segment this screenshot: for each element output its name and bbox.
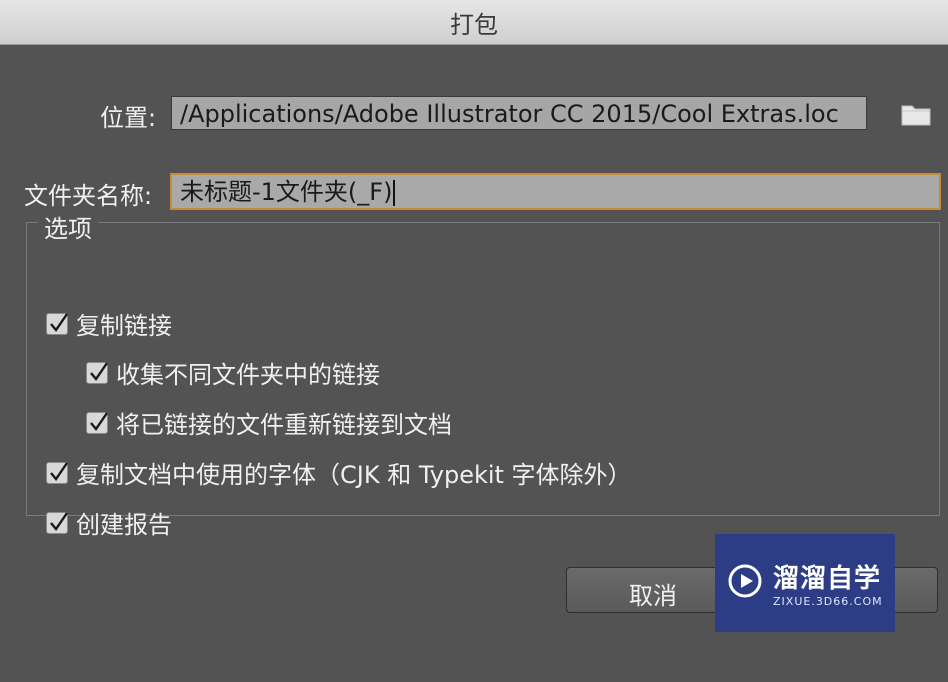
relink-files-checkbox[interactable] [86,411,108,434]
create-report-checkbox[interactable] [46,511,68,534]
watermark-title: 溜溜自学 [773,564,882,594]
window-title: 打包 [450,10,498,39]
text-caret [393,180,396,206]
folder-name-field[interactable]: 未标题-1文件夹(_F) [170,173,941,210]
folder-name-value: 未标题-1文件夹(_F) [180,178,393,206]
collect-links-label: 收集不同文件夹中的链接 [116,361,380,389]
options-legend: 选项 [38,209,98,244]
copy-links-option[interactable]: 复制链接 [46,306,172,341]
watermark: 溜溜自学 ZIXUE.3D66.COM [715,534,895,632]
copy-links-checkbox[interactable] [46,312,68,335]
relink-files-label: 将已链接的文件重新链接到文档 [116,411,452,439]
watermark-subtitle: ZIXUE.3D66.COM [773,595,883,608]
play-logo-icon [727,563,763,603]
collect-links-checkbox[interactable] [86,361,108,384]
collect-links-option[interactable]: 收集不同文件夹中的链接 [86,355,380,390]
location-label: 位置: [100,104,157,132]
location-field[interactable]: /Applications/Adobe Illustrator CC 2015/… [171,96,867,130]
copy-links-label: 复制链接 [76,312,172,340]
cancel-button-label: 取消 [629,582,677,610]
folder-icon[interactable] [900,101,932,127]
relink-files-option[interactable]: 将已链接的文件重新链接到文档 [86,405,452,440]
title-bar: 打包 [0,0,948,45]
create-report-option[interactable]: 创建报告 [46,505,172,540]
copy-fonts-label: 复制文档中使用的字体（CJK 和 Typekit 字体除外） [76,461,632,489]
copy-fonts-checkbox[interactable] [46,461,68,484]
create-report-label: 创建报告 [76,511,172,539]
copy-fonts-option[interactable]: 复制文档中使用的字体（CJK 和 Typekit 字体除外） [46,455,632,490]
folder-name-label: 文件夹名称: [24,182,153,210]
